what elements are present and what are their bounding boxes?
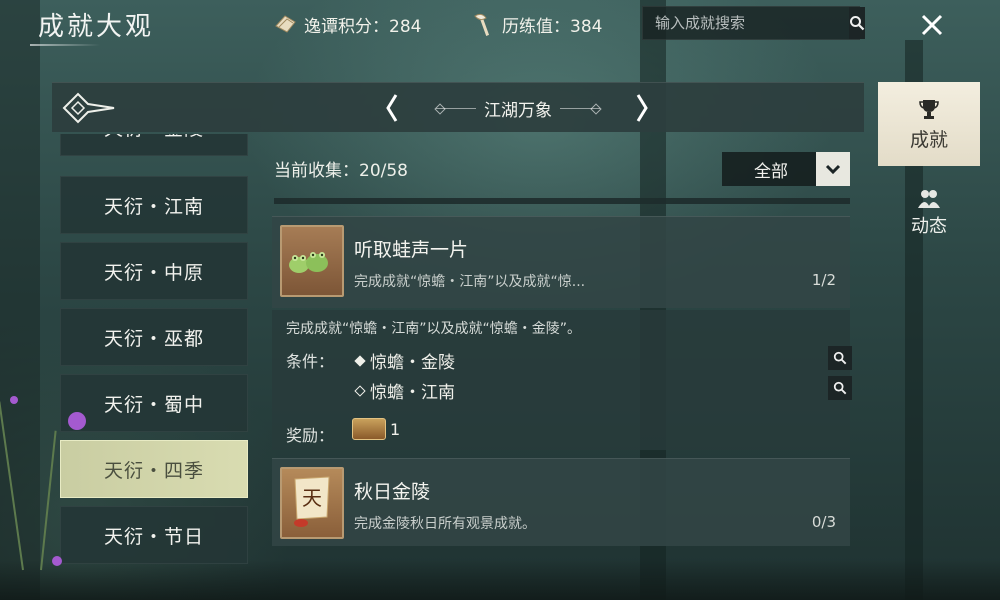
previous-category-button[interactable] [382,91,402,125]
category-title-text: 江湖万象 [484,100,552,121]
scroll-seal-icon: 天 [280,467,344,539]
sidebar-item-wudu[interactable]: 天衍・巫都 [60,308,248,366]
tab-achievement[interactable]: 成就 [878,82,980,166]
achievement-detail: 完成成就“惊蟾・江南”以及成就“惊蟾・金陵”。 条件： 惊蟾・金陵 惊蟾・江南 … [272,310,852,450]
chevron-left-icon [386,94,398,122]
filter-dropdown[interactable]: 全部 [722,152,850,186]
svg-text:天: 天 [302,486,322,510]
experience-label: 历练值：384 [502,16,603,37]
flower-stem [40,430,57,571]
achievement-content: 当前收集：20/58 全部 听取蛙声一片 完成成就“惊蟾・江南”以及成就“惊..… [262,140,862,568]
background-tree-left [0,0,40,600]
search-icon [833,381,847,395]
achievement-progress: 1/2 [811,271,836,289]
condition-text: 惊蟾・金陵 [370,353,455,373]
next-category-button[interactable] [632,91,652,125]
tab-achievement-label: 成就 [909,128,948,151]
condition-search-button[interactable] [828,376,852,400]
title-ornament-right [560,107,600,109]
tab-dynamic[interactable]: 动态 [878,180,980,246]
tab-dynamic-label: 动态 [911,216,947,237]
sidebar-item-jiangnan[interactable]: 天衍・江南 [60,176,248,234]
condition-search-button[interactable] [828,346,852,370]
purple-flower-icon [52,556,62,566]
achievement-title: 秋日金陵 [354,481,431,503]
chevron-down-icon [825,164,841,175]
people-icon [918,190,940,208]
points-stat: 逸谭积分：284 [272,8,421,40]
achievement-card[interactable]: 天 秋日金陵 完成金陵秋日所有观景成就。 0/3 [272,458,850,546]
condition-item-completed: 惊蟾・金陵 [354,348,455,373]
condition-text: 惊蟾・江南 [370,383,455,403]
emblem-icon [58,88,116,128]
reward-label: 奖励： [286,426,335,445]
achievement-summary: 完成成就“惊蟾・江南”以及成就“惊... [354,274,586,290]
trophy-icon [919,99,939,119]
sidebar-item-jinling[interactable]: 天衍・金陵 [60,134,248,156]
category-title: 江湖万象 [414,95,622,121]
reward-count: 1 [390,419,401,439]
filled-diamond-icon [354,354,366,367]
hollow-diamond-icon [354,384,366,397]
reward-item[interactable]: 1 [352,418,400,440]
achievement-summary: 完成金陵秋日所有观景成就。 [354,516,536,532]
detail-description: 完成成就“惊蟾・江南”以及成就“惊蟾・金陵”。 [286,321,582,337]
condition-item-pending: 惊蟾・江南 [354,378,455,403]
frog-icon [280,225,344,297]
close-icon [921,14,943,36]
purple-flower-icon [10,396,18,404]
category-header: 江湖万象 [52,82,864,132]
chevron-right-icon [636,94,648,122]
sidebar-item-jieri[interactable]: 天衍・节日 [60,506,248,564]
experience-stat: 历练值：384 [470,8,602,40]
title-underline [30,44,100,46]
achievement-title: 听取蛙声一片 [354,239,469,261]
collection-count: 当前收集：20/58 [274,161,408,181]
achievement-progress: 0/3 [811,513,836,531]
reward-token-icon [352,418,386,440]
filter-arrow-button[interactable] [816,152,850,186]
search-input[interactable] [643,7,849,39]
sidebar-item-zhongyuan[interactable]: 天衍・中原 [60,242,248,300]
filter-value: 全部 [754,161,788,182]
points-label: 逸谭积分：284 [304,16,422,37]
title-ornament-left [436,107,476,109]
purple-flower-icon [68,412,86,430]
search-icon [833,351,847,365]
search-box [642,6,865,40]
close-button[interactable] [915,8,949,42]
axe-icon [470,10,498,38]
page-title: 成就大观 [38,12,155,42]
sidebar[interactable]: 天衍・金陵 天衍・江南 天衍・中原 天衍・巫都 天衍・蜀中 天衍・四季 天衍・节… [60,134,248,568]
scroll-icon [272,10,300,38]
search-icon [850,16,865,31]
sidebar-item-shuzhong[interactable]: 天衍・蜀中 [60,374,248,432]
achievement-card[interactable]: 听取蛙声一片 完成成就“惊蟾・江南”以及成就“惊... 1/2 [272,216,850,308]
sidebar-item-siji[interactable]: 天衍・四季 [60,440,248,498]
conditions-label: 条件： [286,352,335,371]
list-top-divider [274,198,850,204]
search-button[interactable] [849,7,865,39]
